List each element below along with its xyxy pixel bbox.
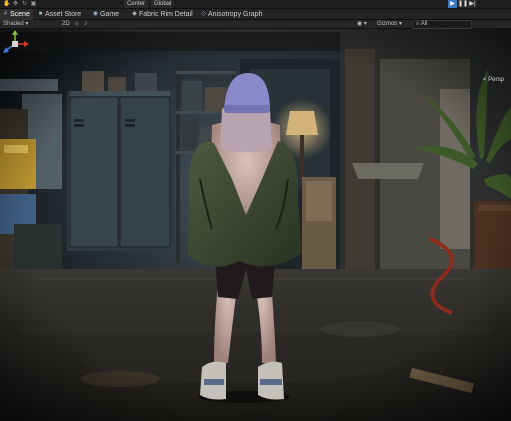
graph-icon: ◇ (201, 11, 206, 17)
search-label: All (420, 21, 428, 27)
scene-search-input[interactable]: ⌕ All (412, 20, 472, 29)
rotate-tool-icon[interactable]: ↻ (21, 1, 28, 8)
shading-mode-dropdown[interactable]: Shaded ▾ (3, 20, 28, 29)
audio-icon[interactable]: ♪ (84, 20, 87, 29)
game-icon: ◉ (92, 11, 99, 17)
tab-fabric-rim-detail[interactable]: ◆ Fabric Rim Detail (129, 9, 196, 20)
store-icon: ■ (38, 11, 43, 17)
y-axis-icon[interactable] (12, 30, 18, 35)
scale-tool-icon[interactable]: ▣ (30, 1, 37, 8)
tab-label: Game (100, 11, 120, 18)
gizmo-center-cube[interactable] (12, 41, 18, 47)
scene-viewport[interactable]: < Persp (0, 29, 511, 421)
search-icon: ⌕ (416, 21, 420, 27)
tab-label: Anisotropy Graph (208, 11, 263, 18)
perspective-toggle[interactable]: < Persp (483, 77, 504, 83)
play-icon[interactable]: ▶ (448, 0, 457, 8)
gizmos-dropdown[interactable]: Gizmos ▾ (377, 20, 402, 29)
scene-camera-icon[interactable]: ◉ ▾ (357, 20, 367, 29)
tab-label: Fabric Rim Detail (139, 11, 193, 18)
step-icon[interactable]: ▶| (468, 0, 477, 8)
tab-scene[interactable]: # Scene (0, 9, 33, 20)
tab-label: Scene (10, 11, 30, 18)
scene-icon: # (3, 11, 8, 17)
move-tool-icon[interactable]: ✥ (12, 1, 19, 8)
tab-label: Asset Store (45, 11, 82, 18)
material-icon: ◆ (132, 11, 137, 17)
tab-anisotropy-graph[interactable]: ◇ Anisotropy Graph (198, 9, 266, 20)
pivot-center-toggle[interactable]: Center (124, 0, 149, 8)
lighting-icon[interactable]: ☼ (74, 20, 80, 29)
tab-game[interactable]: ◉ Game (90, 9, 126, 20)
tab-asset-store[interactable]: ■ Asset Store (35, 9, 85, 20)
x-axis-icon[interactable] (24, 41, 29, 47)
2d-toggle[interactable]: 2D (62, 20, 70, 29)
scene-render (0, 29, 511, 421)
editor-tab-bar: # Scene ■ Asset Store ◉ Game ◆ Fabric Ri… (0, 9, 511, 20)
orientation-gizmo[interactable] (0, 29, 30, 59)
gizmos-label: Gizmos (377, 21, 398, 27)
hand-tool-icon[interactable]: ✋ (3, 1, 10, 8)
pivot-global-toggle[interactable]: Global (151, 0, 175, 8)
scene-view-toolbar: Shaded ▾ 2D ☼ ♪ ◉ ▾ Gizmos ▾ ⌕ All (0, 20, 511, 29)
main-toolbar: ✋ ✥ ↻ ▣ Center Global ▶ ❚❚ ▶| (0, 0, 511, 9)
shading-mode-label: Shaded (3, 21, 24, 27)
pause-icon[interactable]: ❚❚ (458, 0, 468, 8)
z-axis-icon[interactable] (3, 47, 9, 53)
